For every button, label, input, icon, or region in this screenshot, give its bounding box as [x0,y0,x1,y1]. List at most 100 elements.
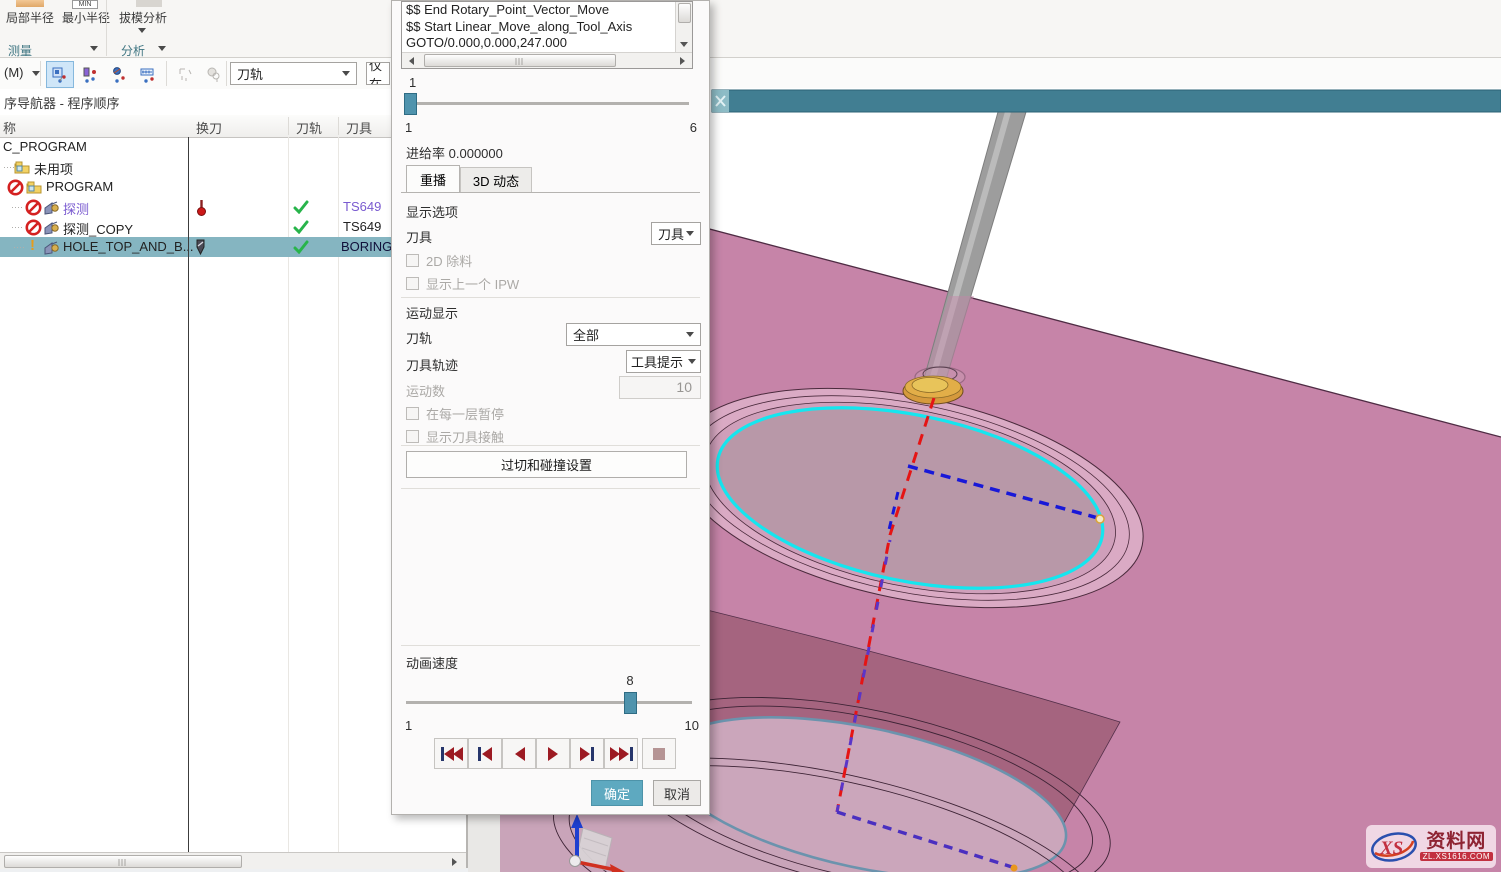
drill-tool-icon [194,238,207,256]
scroll-left-button[interactable] [402,53,417,68]
scope-combo-value: 仅在 [369,62,387,85]
ok-button[interactable]: 确定 [591,780,643,806]
row-tool: TS649 [343,199,381,214]
watermark-name: 资料网 [1426,832,1486,852]
draft-analysis-dropdown-icon[interactable] [138,28,146,37]
step-forward-button[interactable] [570,738,604,769]
play-backward-button[interactable] [502,738,536,769]
toolpath-range-combo[interactable]: 全部 [566,323,701,346]
speed-slider-track[interactable] [406,701,692,704]
tab-3d-dynamic[interactable]: 3D 动态 [460,167,532,192]
gcode-line: $$ Start Linear_Move_along_Tool_Axis [402,19,692,36]
column-header-toolpath[interactable]: 刀轨 [296,118,322,137]
nav-view-program-order-button[interactable] [46,61,74,88]
cancel-button[interactable]: 取消 [653,780,701,806]
checkbox-icon [406,407,419,420]
scope-combo-clipped[interactable]: 仅在 [366,62,390,85]
gcode-listbox[interactable]: $$ End Rotary_Point_Vector_Move $$ Start… [401,1,693,69]
menu-dropdown-icon[interactable] [32,71,40,80]
toolpath-range-value: 全部 [573,325,599,344]
folder-icon [14,160,30,174]
analysis-group-label: 分析 [121,42,145,59]
gcode-line: GOTO/0.000,0.000,247.000 [402,35,692,52]
operation-icon [43,239,60,255]
svg-text:XS: XS [1379,838,1403,859]
play-forward-button[interactable] [536,738,570,769]
line-slider-handle[interactable] [404,93,417,115]
checkbox-icon [406,277,419,290]
check-icon [293,200,309,214]
speed-slider-handle[interactable] [624,692,637,714]
geometry-icon [111,66,129,84]
tool-display-label: 刀具 [406,227,432,246]
draft-analysis-button[interactable]: 拔模分析 [112,9,174,26]
scrollbar-thumb[interactable] [4,855,242,868]
group-objects-button-disabled [200,61,228,88]
tab-replay[interactable]: 重播 [406,165,460,192]
tool-display-combo[interactable]: 刀具 [651,222,701,245]
local-radius-button[interactable]: 局部半径 [2,9,58,26]
tool-trajectory-combo[interactable]: 工具提示 [626,350,701,373]
column-header-name[interactable]: 称 [3,118,16,137]
row-tool: TS649 [343,219,381,234]
program-order-icon [51,66,69,84]
column-header-tool[interactable]: 刀具 [346,118,372,137]
gcode-vscrollbar[interactable] [675,2,692,54]
line-slider-max: 6 [690,120,697,135]
measure-group-dropdown-icon[interactable] [90,46,98,55]
viewport-top-bar [712,90,1501,112]
suppressed-icon [7,179,24,196]
line-slider-track[interactable] [405,102,689,105]
tool-change-icon [196,198,207,216]
operation-icon [43,199,60,215]
motion-display-title: 运动显示 [406,303,458,322]
go-to-end-button[interactable] [604,738,638,769]
checkbox-show-tool-contact: 显示刀具接触 [406,427,504,446]
row-label: C_PROGRAM [3,139,87,154]
measure-group-label: 测量 [8,42,32,59]
view-filter-combo[interactable]: 刀轨 [230,62,357,85]
go-to-start-button[interactable] [434,738,468,769]
playback-controls [434,738,676,769]
group-objects-icon [205,66,223,84]
line-slider-min: 1 [405,120,412,135]
combo-dropdown-icon [342,71,350,80]
navigator-hscrollbar[interactable] [0,852,466,869]
current-line-indicator: 1 [409,75,416,90]
toolpath-visualize-dialog: $$ End Rotary_Point_Vector_Move $$ Start… [391,0,710,815]
nav-view-geometry-button[interactable] [106,61,134,88]
menu-button[interactable]: (M) [4,65,24,80]
analysis-group-dropdown-icon[interactable] [158,46,166,55]
feedrate-label: 进给率 0.000000 [406,143,503,162]
scroll-right-button[interactable] [449,854,464,869]
machine-tool-icon [81,66,99,84]
row-label: HOLE_TOP_AND_B... [63,239,194,254]
row-label: PROGRAM [46,179,113,194]
column-header-toolchange[interactable]: 换刀 [196,118,222,137]
row-tool: BORING [341,239,392,254]
tool-trajectory-label: 刀具轨迹 [406,355,458,374]
warning-exclamation-icon: ! [30,237,35,254]
tool-trajectory-value: 工具提示 [631,352,683,371]
suppressed-icon [25,219,42,236]
step-backward-button[interactable] [468,738,502,769]
gcode-hscrollbar[interactable] [402,52,692,68]
checkbox-show-last-ipw: 显示上一个 IPW [406,274,519,293]
motion-count-label: 运动数 [406,381,445,400]
feedrate-value: 0.000000 [449,146,503,161]
motion-count-field: 10 [619,376,701,399]
view-filter-value: 刀轨 [237,64,263,83]
checkbox-icon [406,430,419,443]
gouge-collision-settings-button[interactable]: 过切和碰撞设置 [406,451,687,478]
nav-view-machine-tool-button[interactable] [76,61,104,88]
method-icon [139,66,157,84]
toolpath-label: 刀轨 [406,328,432,347]
check-icon [293,220,309,234]
scroll-right-button[interactable] [677,53,692,68]
top-toolbar: (M) 刀轨 仅在 [0,58,1501,90]
checkbox-pause-each-level: 在每一层暂停 [406,404,504,423]
nav-view-method-button[interactable] [134,61,162,88]
nx-application-window: MIN 局部半径 最小半径 拔模分析 测量 分析 (M) [0,0,1501,872]
display-options-title: 显示选项 [406,202,458,221]
checkbox-icon [406,254,419,267]
